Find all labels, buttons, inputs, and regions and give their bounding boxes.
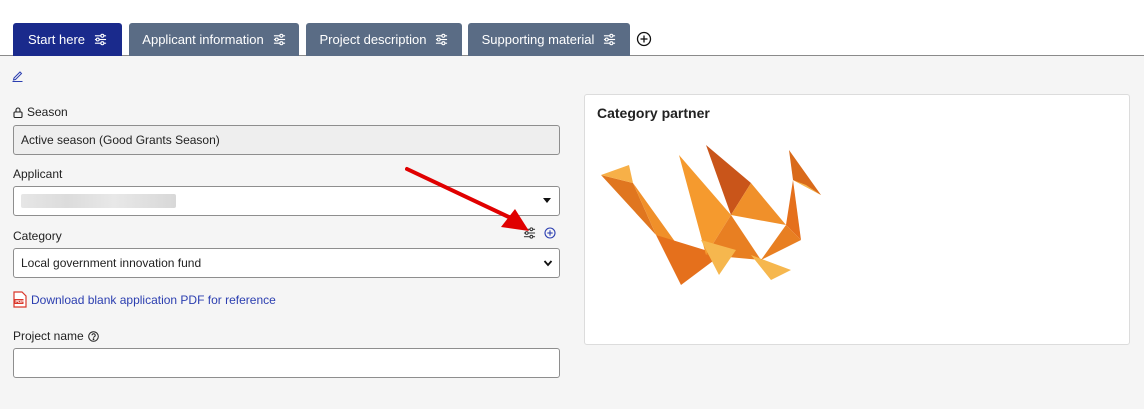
lock-icon xyxy=(13,106,23,118)
help-icon[interactable] xyxy=(87,330,99,342)
download-pdf-link[interactable]: PDF Download blank application PDF for r… xyxy=(13,291,276,308)
project-name-label: Project name xyxy=(13,329,99,343)
add-category-icon[interactable] xyxy=(544,227,556,239)
sliders-icon xyxy=(604,33,616,46)
season-field: Active season (Good Grants Season) xyxy=(13,125,560,155)
category-actions xyxy=(523,227,556,239)
applicant-value-redacted xyxy=(21,194,176,208)
pdf-file-icon: PDF xyxy=(13,291,27,308)
svg-text:PDF: PDF xyxy=(15,299,24,304)
season-label-text: Season xyxy=(27,105,68,119)
tab-label: Start here xyxy=(27,32,86,47)
tab-label: Project description xyxy=(319,32,427,47)
tab-supporting-material[interactable]: Supporting material xyxy=(468,23,630,56)
season-label: Season xyxy=(13,105,68,119)
project-name-label-text: Project name xyxy=(13,329,84,343)
tab-project-description[interactable]: Project description xyxy=(306,23,462,56)
download-pdf-text: Download blank application PDF for refer… xyxy=(31,292,276,307)
category-label: Category xyxy=(13,229,62,243)
sliders-icon xyxy=(273,33,285,46)
tab-applicant-information[interactable]: Applicant information xyxy=(129,23,299,56)
applicant-label: Applicant xyxy=(13,167,63,181)
category-partner-panel: Category partner xyxy=(584,94,1130,345)
dragon-logo xyxy=(601,145,821,285)
edit-icon[interactable] xyxy=(12,69,23,82)
chevron-down-icon xyxy=(543,260,553,267)
sliders-icon[interactable] xyxy=(523,227,536,239)
project-name-input[interactable] xyxy=(13,348,560,378)
sliders-icon xyxy=(436,33,448,46)
add-tab-icon[interactable] xyxy=(636,31,652,47)
caret-down-icon xyxy=(543,198,551,203)
sliders-icon xyxy=(94,33,107,46)
category-select[interactable]: Local government innovation fund xyxy=(13,248,560,278)
category-value: Local government innovation fund xyxy=(21,256,202,270)
tab-label: Supporting material xyxy=(481,32,595,47)
tab-label: Applicant information xyxy=(142,32,264,47)
partner-title: Category partner xyxy=(597,105,710,121)
tab-bar: Start here Applicant information Project… xyxy=(0,0,1144,56)
applicant-select[interactable] xyxy=(13,186,560,216)
tab-start-here[interactable]: Start here xyxy=(13,23,122,56)
season-value: Active season (Good Grants Season) xyxy=(21,133,220,147)
